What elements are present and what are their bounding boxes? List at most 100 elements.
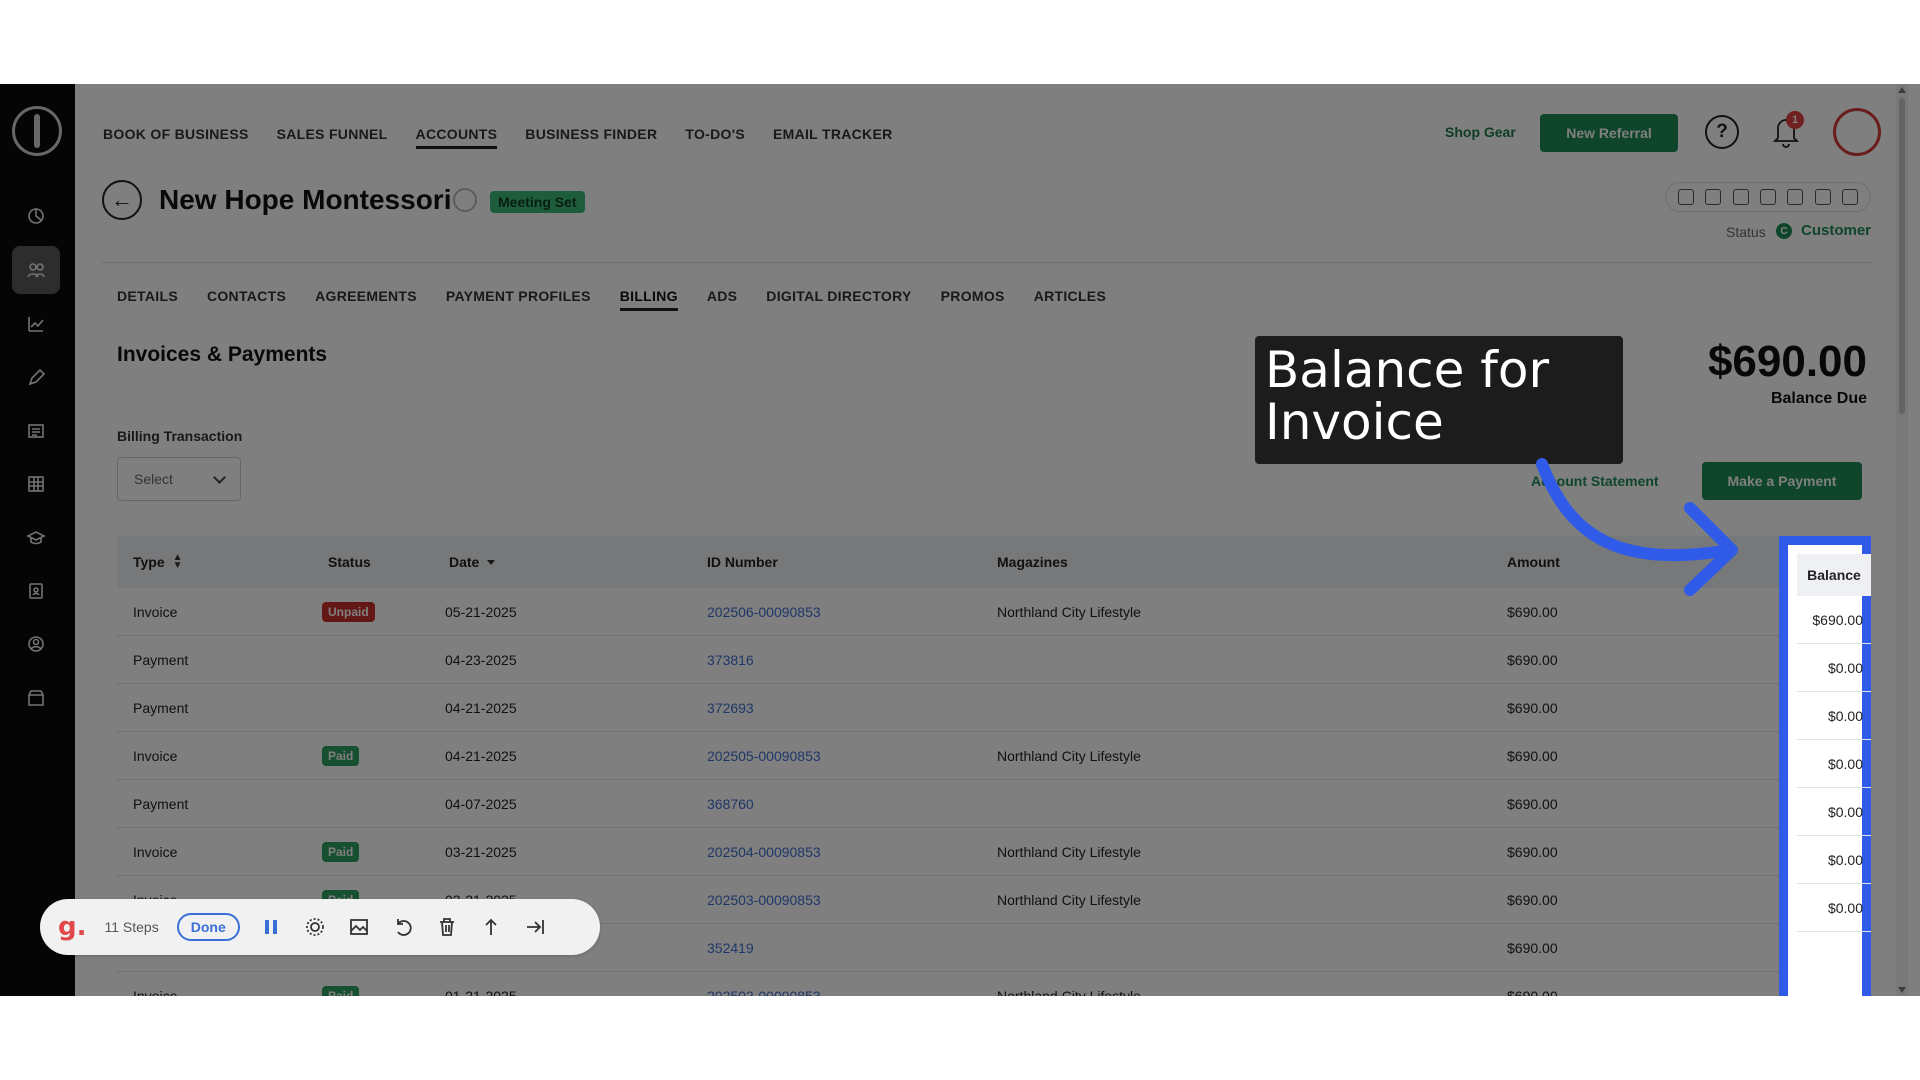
store-icon[interactable] [12, 674, 60, 722]
sort-icon[interactable]: ▲ ▼ [173, 553, 183, 571]
sort-desc-icon[interactable] [487, 559, 496, 565]
undo-icon[interactable] [390, 914, 416, 940]
id-number-link[interactable]: 202504-00090853 [707, 844, 821, 860]
cell-date: 04-07-2025 [445, 795, 517, 812]
nav-todos[interactable]: TO-DO'S [685, 126, 745, 149]
tab-promos[interactable]: PROMOS [941, 288, 1005, 311]
id-number-link[interactable]: 372693 [707, 700, 754, 716]
blur-icon[interactable] [302, 914, 328, 940]
status-value: Customer [1801, 222, 1872, 239]
vertical-scrollbar[interactable] [1896, 84, 1908, 996]
tab-contacts[interactable]: CONTACTS [207, 288, 286, 311]
cell-status: Paid [322, 972, 360, 996]
table-row[interactable]: Invoice Paid 01-21-2025 202502-00090853 Nort… [117, 972, 1862, 996]
id-number-link[interactable]: 373816 [707, 652, 754, 668]
pause-icon[interactable] [258, 914, 284, 940]
history-icon[interactable] [1677, 189, 1694, 205]
scrollbar-thumb[interactable] [1899, 98, 1905, 414]
nav-email-tracker[interactable]: EMAIL TRACKER [773, 126, 893, 149]
id-number-link[interactable]: 202506-00090853 [707, 604, 821, 620]
make-payment-button[interactable]: Make a Payment [1702, 462, 1862, 500]
new-referral-button[interactable]: New Referral [1540, 114, 1678, 152]
tab-details[interactable]: DETAILS [117, 288, 178, 311]
cell-id-number: 373816 [707, 636, 754, 683]
id-number-link[interactable]: 352419 [707, 940, 754, 956]
shop-gear-link[interactable]: Shop Gear [1445, 124, 1516, 140]
nav-book-of-business[interactable]: BOOK OF BUSINESS [103, 126, 249, 149]
contact-book-icon[interactable] [12, 567, 60, 615]
pencil-icon[interactable] [12, 354, 60, 402]
brand-logo[interactable] [12, 106, 62, 156]
scroll-up-icon[interactable] [1898, 87, 1906, 93]
cell-magazine: Northland City Lifestyle [997, 747, 1141, 764]
col-date[interactable]: Date [449, 536, 496, 588]
id-number-link[interactable]: 202505-00090853 [707, 748, 821, 764]
cell-amount: $690.00 [1507, 939, 1558, 956]
recorder-logo: g. [58, 912, 87, 942]
nav-sales-funnel[interactable]: SALES FUNNEL [277, 126, 388, 149]
cell-amount: $690.00 [1507, 843, 1558, 860]
cell-type: Payment [133, 699, 189, 716]
table-row[interactable]: Payment 04-23-2025 373816 $690.00 [117, 636, 1862, 684]
cell-id-number: 202504-00090853 [707, 828, 821, 875]
graduation-cap-icon[interactable] [12, 514, 60, 562]
scroll-down-icon[interactable] [1898, 987, 1906, 993]
cell-amount: $690.00 [1507, 747, 1558, 764]
cell-status: Paid [322, 732, 360, 779]
document-icon[interactable] [1842, 189, 1859, 205]
skip-to-end-icon[interactable] [522, 914, 548, 940]
back-arrow-icon[interactable]: ← [102, 180, 142, 220]
balance-cell: $0.00 [1797, 788, 1871, 836]
balance-cell: $0.00 [1797, 740, 1871, 788]
tab-agreements[interactable]: AGREEMENTS [315, 288, 417, 311]
chart-icon[interactable] [12, 300, 60, 348]
image-icon[interactable] [346, 914, 372, 940]
id-number-link[interactable]: 368760 [707, 796, 754, 812]
table-header: Type ▲ ▼ Status Date ID Number Magazines A… [117, 536, 1862, 588]
avatar[interactable] [1833, 108, 1881, 156]
id-number-link[interactable]: 202502-00090853 [707, 988, 821, 997]
col-magazines: Magazines [997, 554, 1068, 570]
nav-business-finder[interactable]: BUSINESS FINDER [525, 126, 657, 149]
done-button[interactable]: Done [176, 913, 240, 941]
newspaper-icon[interactable] [12, 407, 60, 455]
nav-accounts[interactable]: ACCOUNTS [415, 126, 498, 149]
col-status: Status [328, 554, 371, 570]
cell-amount: $690.00 [1507, 603, 1558, 620]
table-row[interactable]: Payment 04-21-2025 372693 $690.00 [117, 684, 1862, 732]
tab-payment-profiles[interactable]: PAYMENT PROFILES [446, 288, 591, 311]
help-icon[interactable]: ? [1705, 115, 1739, 149]
dashboard-icon[interactable] [12, 192, 60, 240]
cell-id-number: 372693 [707, 684, 754, 731]
tab-articles[interactable]: ARTICLES [1034, 288, 1106, 311]
table-row[interactable]: Invoice Paid 04-21-2025 202505-00090853 Nort… [117, 732, 1862, 780]
notification-badge: 1 [1786, 111, 1804, 129]
col-type[interactable]: Type ▲ ▼ [133, 536, 183, 588]
select-placeholder: Select [134, 471, 173, 487]
tab-digital-directory[interactable]: DIGITAL DIRECTORY [766, 288, 911, 311]
table-row[interactable]: Invoice Paid 03-21-2025 202504-00090853 Nort… [117, 828, 1862, 876]
send-icon[interactable] [1759, 189, 1776, 205]
tooltip-callout: Balance for Invoice [1255, 336, 1623, 464]
upload-icon[interactable] [478, 914, 504, 940]
recorder-toolbar: g. 11 Steps Done [40, 899, 600, 955]
accounts-icon[interactable] [12, 246, 60, 294]
trash-icon[interactable] [434, 914, 460, 940]
account-statement-link[interactable]: Account Statement [1531, 473, 1659, 489]
tab-ads[interactable]: ADS [707, 288, 737, 311]
grid-icon[interactable] [12, 460, 60, 508]
billing-transaction-select[interactable]: Select [117, 457, 241, 501]
cell-id-number: 202506-00090853 [707, 588, 821, 635]
cell-amount: $690.00 [1507, 699, 1558, 716]
cell-amount: $690.00 [1507, 651, 1558, 668]
tab-billing[interactable]: BILLING [619, 288, 678, 311]
balance-due-label: Balance Due [1770, 390, 1867, 407]
id-number-link[interactable]: 202503-00090853 [707, 892, 821, 908]
table-row[interactable]: Invoice Unpaid 05-21-2025 202506-00090853 No… [117, 588, 1862, 636]
table-row[interactable]: Payment 04-07-2025 368760 $690.00 [117, 780, 1862, 828]
store-icon[interactable] [1787, 189, 1804, 205]
mail-icon[interactable] [1732, 189, 1749, 205]
phone-icon[interactable] [1705, 189, 1722, 205]
calendar-icon[interactable] [1814, 189, 1831, 205]
user-circle-icon[interactable] [12, 620, 60, 668]
